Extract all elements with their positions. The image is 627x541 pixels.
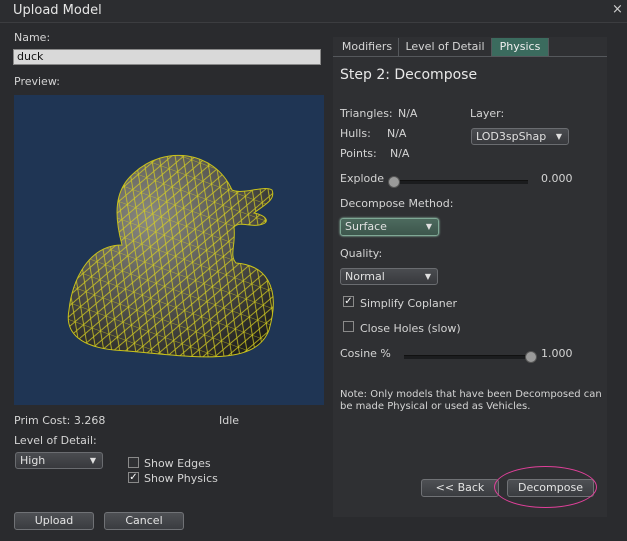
simplify-coplanar-checkbox[interactable]: ✓ [343,296,354,307]
points-value: N/A [390,147,410,160]
explode-value: 0.000 [541,172,573,185]
triangles-label: Triangles: [340,107,393,120]
lod-dropdown[interactable]: High ▼ [15,452,103,469]
close-holes-checkbox[interactable] [343,321,354,332]
simplify-coplanar-label: Simplify Coplaner [360,297,457,310]
triangles-value: N/A [398,107,418,120]
layer-dropdown-value: LOD3spShap [476,130,547,143]
chevron-down-icon: ▼ [425,222,432,231]
quality-dropdown[interactable]: Normal ▼ [340,268,438,285]
decompose-method-label: Decompose Method: [340,197,454,210]
cosine-slider-handle[interactable] [525,351,537,363]
cosine-label: Cosine % [340,347,391,360]
close-icon[interactable]: × [612,2,623,17]
cosine-slider-track[interactable] [404,355,532,359]
upload-button[interactable]: Upload [14,512,94,530]
explode-label: Explode [340,172,384,185]
lod-label: Level of Detail: [14,434,97,447]
layer-dropdown[interactable]: LOD3spShap ▼ [471,128,569,145]
duck-model-image [67,154,274,358]
tab-physics[interactable]: Physics [492,38,549,56]
close-holes-label: Close Holes (slow) [360,322,461,335]
cancel-button[interactable]: Cancel [104,512,184,530]
quality-label: Quality: [340,247,383,260]
window-title: Upload Model [13,3,102,18]
hulls-label: Hulls: [340,127,371,140]
explode-slider-handle[interactable] [388,176,400,188]
cosine-value: 1.000 [541,347,573,360]
checkmark-icon: ✓ [344,296,353,307]
name-field[interactable]: duck [13,49,321,65]
show-edges-label: Show Edges [144,457,211,470]
step-title: Step 2: Decompose [340,67,478,83]
tab-modifiers[interactable]: Modifiers [336,38,399,56]
explode-slider-track[interactable] [392,180,528,184]
decompose-button[interactable]: Decompose [507,479,594,497]
layer-label: Layer: [470,107,505,120]
points-label: Points: [340,147,377,160]
show-edges-checkbox[interactable] [128,457,139,468]
tab-level-of-detail[interactable]: Level of Detail [399,38,492,56]
quality-dropdown-value: Normal [345,270,385,283]
name-label: Name: [14,31,51,44]
decompose-method-value: Surface [345,220,387,233]
chevron-down-icon: ▼ [89,456,96,465]
decompose-note: Note: Only models that have been Decompo… [340,389,602,412]
hulls-value: N/A [387,127,407,140]
back-button[interactable]: << Back [421,479,499,497]
status-text: Idle [219,414,240,427]
prim-cost: Prim Cost: 3.268 [14,414,106,427]
chevron-down-icon: ▼ [424,272,431,281]
model-preview[interactable] [14,95,324,405]
show-physics-label: Show Physics [144,472,218,485]
show-physics-checkbox[interactable]: ✓ [128,472,139,483]
checkmark-icon: ✓ [129,472,138,483]
chevron-down-icon: ▼ [555,132,562,141]
preview-label: Preview: [14,75,60,88]
decompose-method-dropdown[interactable]: Surface ▼ [340,218,439,236]
lod-dropdown-value: High [20,454,46,467]
